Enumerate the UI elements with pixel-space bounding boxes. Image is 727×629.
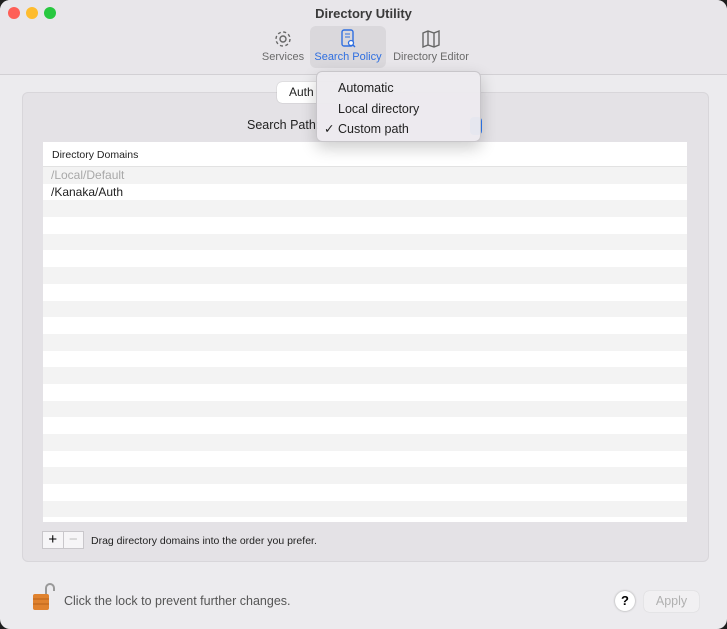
menu-item-label: Custom path [338,122,409,136]
empty-row [43,500,687,518]
add-remove-control: + − [42,531,84,549]
gear-icon [275,31,291,47]
empty-row [43,434,687,451]
menu-item-custom-path[interactable]: ✓ Custom path [317,119,480,140]
table-row[interactable]: /Local/Default [43,167,687,184]
search-path-label: Search Path: [247,118,320,132]
empty-row [43,233,687,251]
help-button[interactable]: ? [615,591,635,611]
empty-row [43,351,687,368]
add-button[interactable]: + [43,532,64,548]
empty-row [43,284,687,301]
empty-row [43,400,687,418]
empty-row [43,217,687,234]
menu-item-label: Automatic [338,81,394,95]
empty-row [43,367,687,384]
tab-services[interactable]: Services [257,26,309,68]
menu-item-local-directory[interactable]: Local directory [317,99,480,120]
empty-row [43,200,687,218]
lock-text: Click the lock to prevent further change… [64,594,291,608]
empty-row [43,384,687,401]
empty-row [43,317,687,334]
empty-row [43,484,687,501]
titlebar: Directory Utility Services Search Policy… [0,0,727,75]
empty-row [43,417,687,434]
hint-text: Drag directory domains into the order yo… [91,535,317,547]
window-title: Directory Utility [315,6,412,21]
menu-item-label: Local directory [338,101,420,116]
checkmark-icon: ✓ [324,122,335,136]
directory-utility-window: Directory Utility Services Search Policy… [0,0,727,629]
apply-button[interactable]: Apply [644,591,699,612]
empty-row [43,267,687,284]
tab-search-policy[interactable]: Search Policy [310,26,386,68]
map-icon [422,29,440,49]
menu-item-automatic[interactable]: Automatic [317,78,480,99]
column-header[interactable]: Directory Domains [43,142,687,167]
tab-label: Search Policy [314,51,382,63]
tab-label: Services [261,51,305,63]
search-policy-icon [341,29,356,48]
remove-button[interactable]: − [64,532,84,548]
tab-label: Directory Editor [393,51,469,63]
search-path-menu: Automatic Local directory ✓ Custom path [316,71,481,142]
tab-directory-editor[interactable]: Directory Editor [390,26,472,68]
empty-row [43,467,687,485]
empty-row [43,250,687,267]
empty-row [43,333,687,351]
empty-row [43,300,687,318]
table-row[interactable]: /Kanaka/Auth [43,184,687,201]
directory-domains-table: Directory Domains /Local/Default /Kanaka… [43,142,687,522]
empty-row [43,451,687,468]
lock-open-icon[interactable] [31,582,55,612]
